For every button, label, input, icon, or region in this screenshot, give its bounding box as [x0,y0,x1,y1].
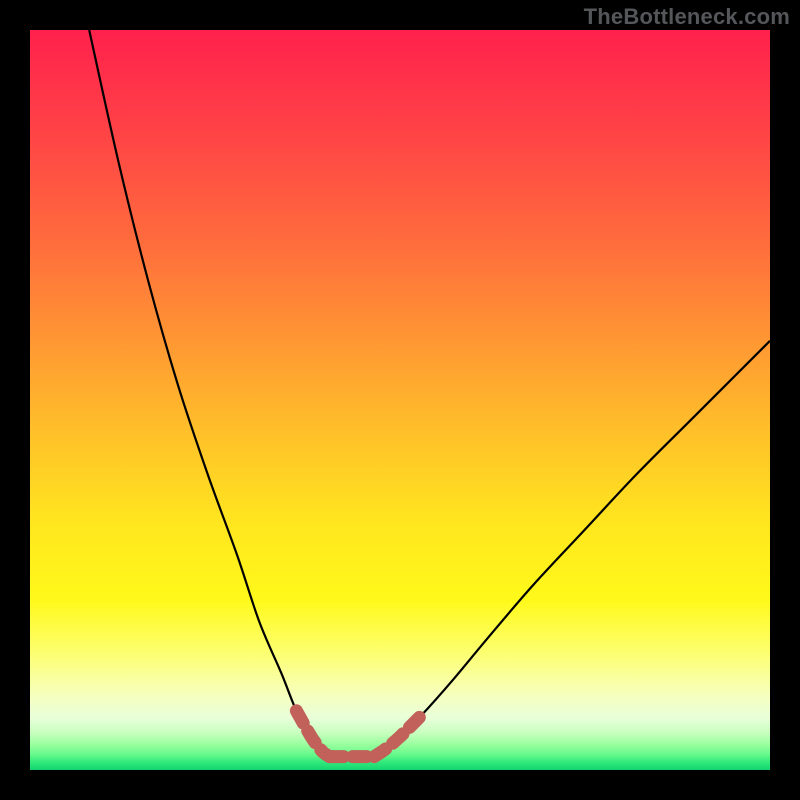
curve-svg [30,30,770,770]
thick-marker-right [374,715,422,757]
curve-right [374,341,770,757]
watermark-text: TheBottleneck.com [584,4,790,30]
chart-frame: TheBottleneck.com [0,0,800,800]
thick-marker-left [296,711,329,757]
plot-area [30,30,770,770]
curve-left [89,30,330,757]
